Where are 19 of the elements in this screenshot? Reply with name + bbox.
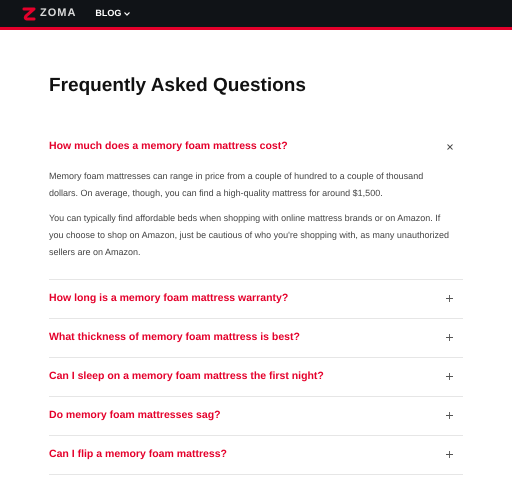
faq-question[interactable]: How long is a memory foam mattress warranty?	[49, 280, 463, 318]
faq-question[interactable]: Can I flip a memory foam mattress?	[49, 436, 463, 474]
faq-question[interactable]: How much does a memory foam mattress cost?	[49, 128, 463, 166]
plus-icon	[446, 295, 453, 302]
page-title: Frequently Asked Questions	[49, 74, 307, 98]
brand-name: ZOMA	[40, 6, 76, 22]
plus-icon	[446, 451, 453, 458]
plus-icon	[446, 412, 453, 419]
faq-question[interactable]: What thickness of memory foam mattress is best?	[49, 318, 463, 356]
logo-icon	[22, 6, 36, 20]
plus-icon	[446, 373, 453, 380]
answer-paragraph: Memory foam mattresses can range in price from a couple of hundred to a couple of thousand dollars. On average, though, you can find a high-quality mattress for around $1,500.	[49, 170, 424, 200]
plus-icon	[446, 334, 453, 341]
close-icon	[447, 144, 453, 150]
answer-paragraph: You can typically find affordable beds when shopping with online mattress brands or on Amazon. If you choose to shop on Amazon, just be cautious of who you're shopping with, as many unauthorized sellers are on Amazon.	[49, 212, 450, 258]
faq-question[interactable]: Do memory foam mattresses sag?	[49, 396, 463, 434]
chevron-down-icon	[124, 12, 130, 16]
nav-link[interactable]: BLOG	[95, 6, 130, 20]
faq-question[interactable]: Can I sleep on a memory foam mattress the first night?	[49, 358, 463, 396]
